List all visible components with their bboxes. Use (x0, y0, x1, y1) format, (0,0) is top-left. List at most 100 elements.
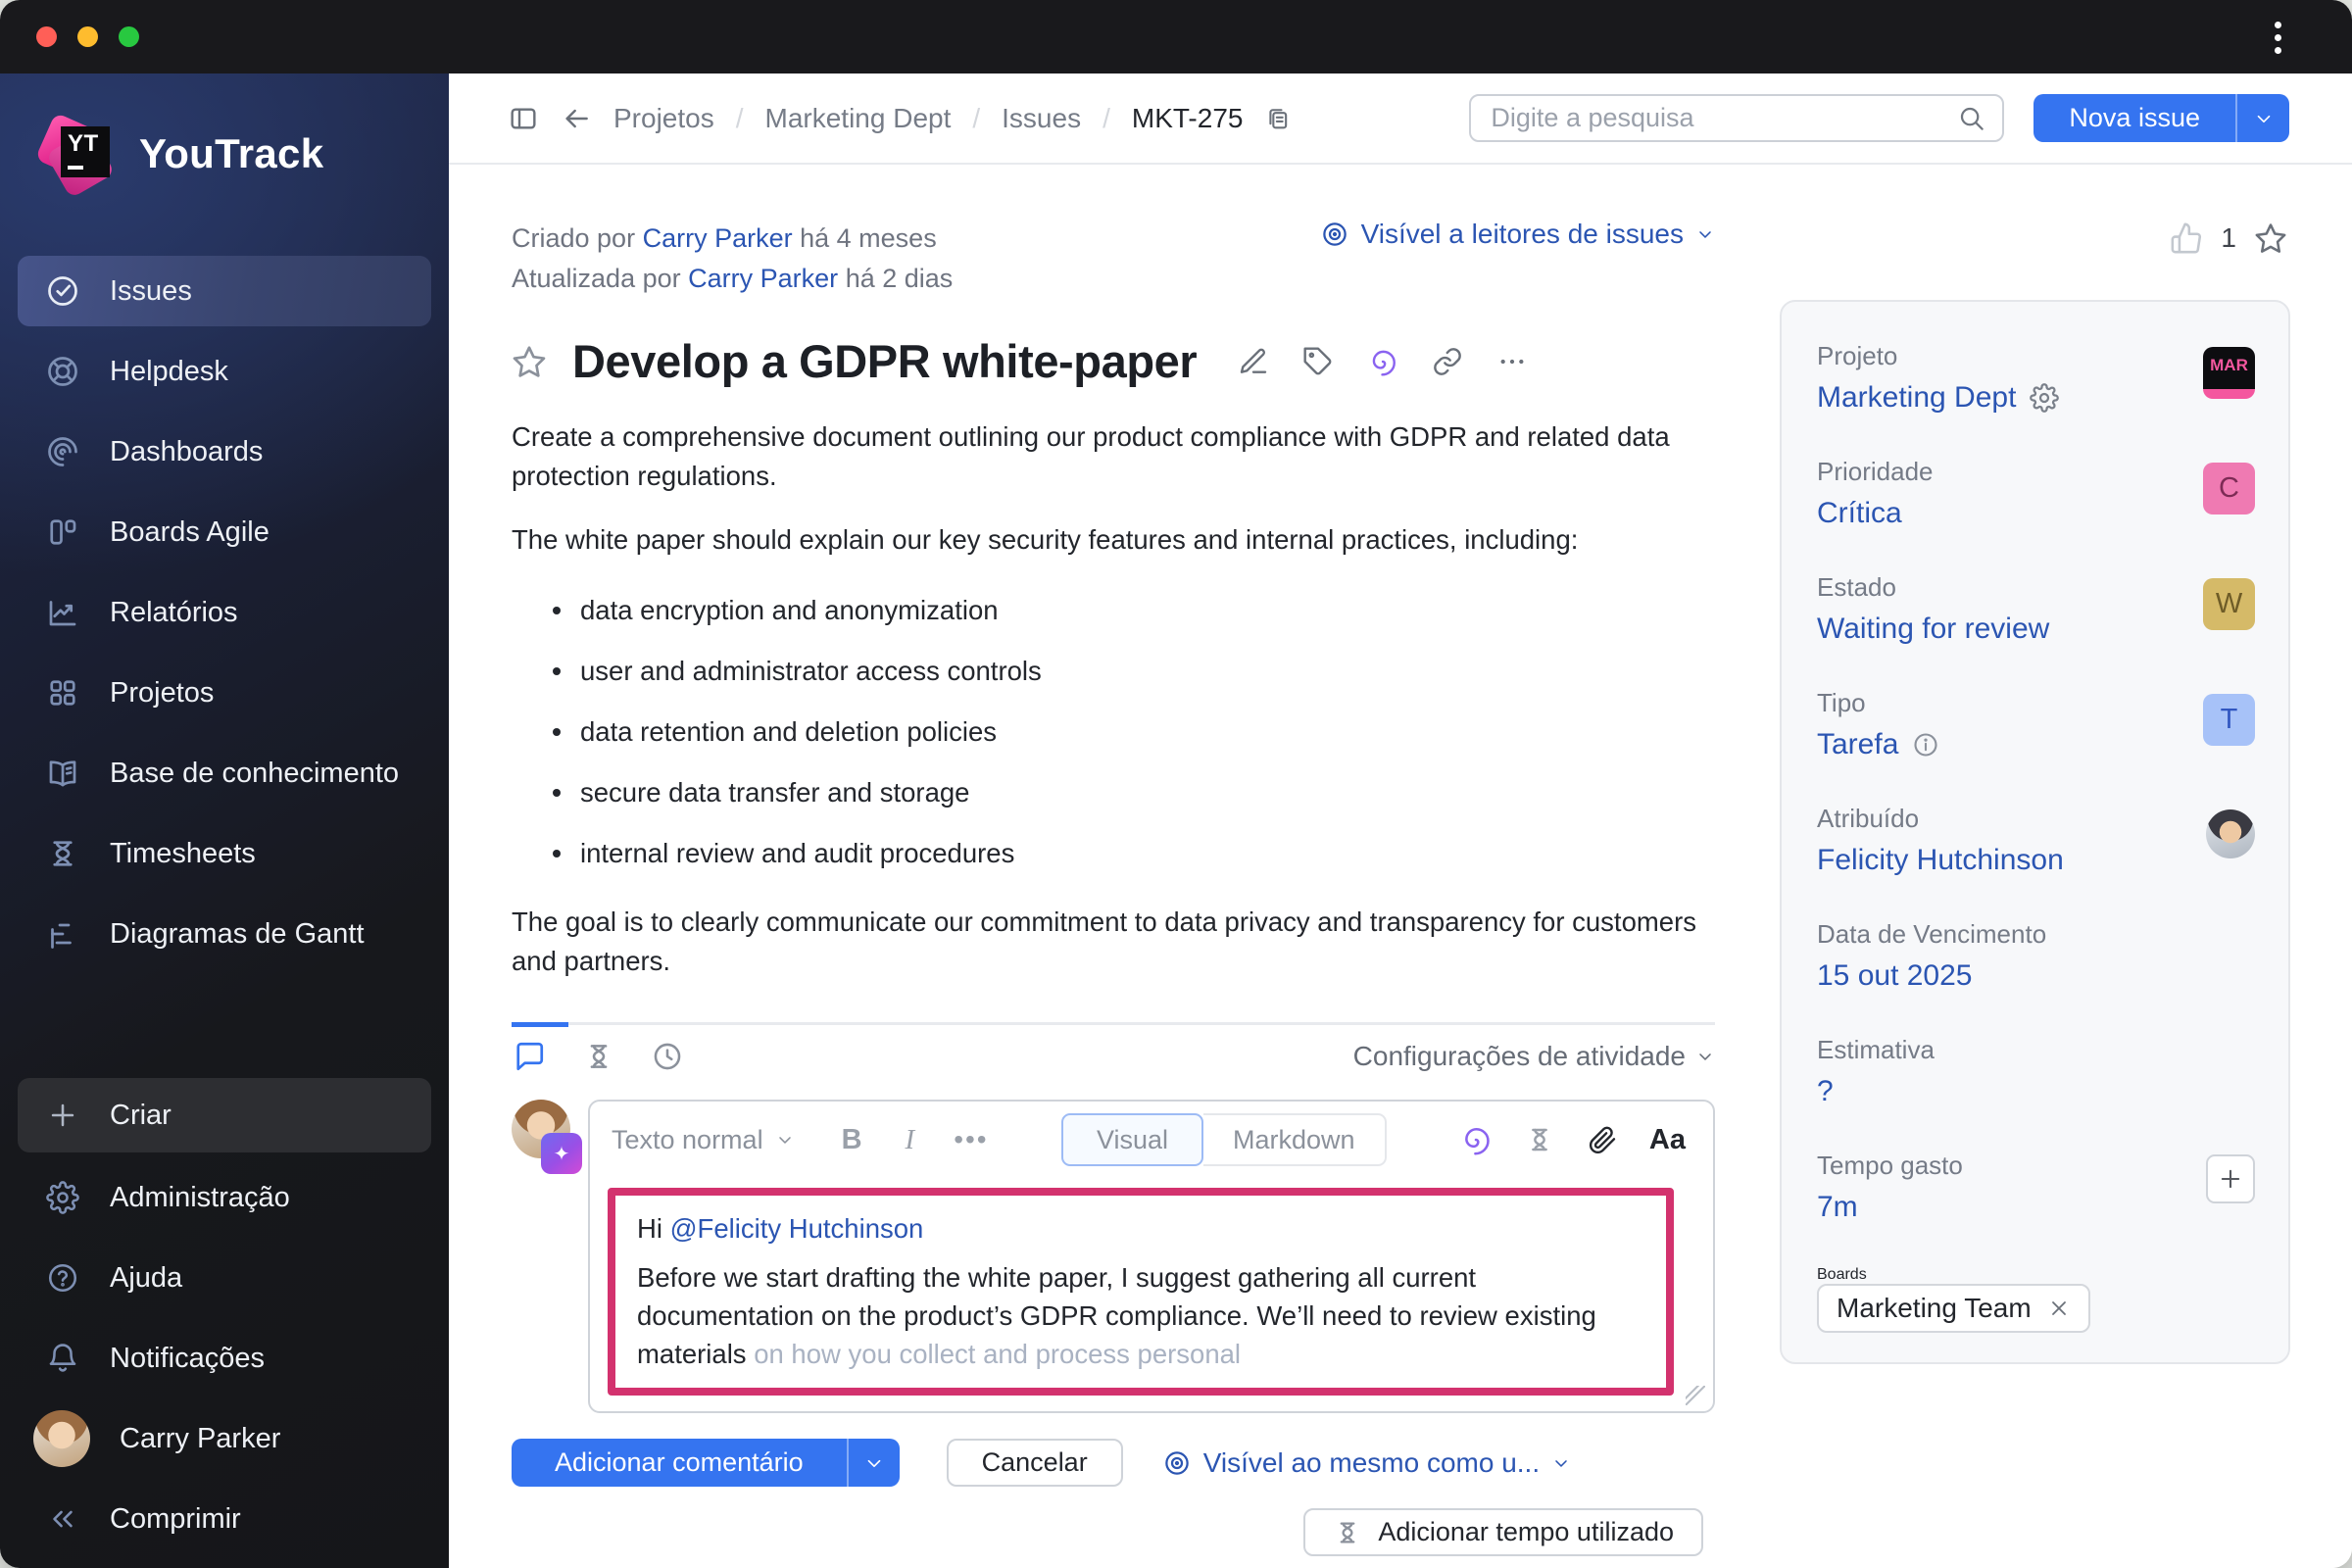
youtrack-app-badge-icon: ✦ (541, 1133, 582, 1174)
sidebar-item-helpdesk[interactable]: Helpdesk (18, 336, 431, 407)
resize-handle[interactable] (1686, 1386, 1705, 1405)
state-value-link[interactable]: Waiting for review (1817, 612, 2049, 646)
tab-comments[interactable] (512, 1039, 547, 1074)
new-issue-button[interactable]: Nova issue (2034, 94, 2235, 142)
tab-spent-time[interactable] (582, 1040, 615, 1073)
knowledge-base-icon (45, 756, 80, 791)
youtrack-logo[interactable]: YT YouTrack (34, 109, 449, 199)
window-menu-icon[interactable] (2258, 18, 2297, 57)
sidebar-item-dashboards[interactable]: Dashboards (18, 416, 431, 487)
issues-icon (45, 273, 80, 309)
close-window-button[interactable] (36, 26, 57, 47)
sidebar-item-help[interactable]: Ajuda (18, 1243, 431, 1313)
priority-value-link[interactable]: Crítica (1817, 497, 1902, 530)
remove-board-icon[interactable] (2047, 1297, 2071, 1320)
sidebar-item-timesheets[interactable]: Timesheets (18, 818, 431, 889)
cancel-button[interactable]: Cancelar (946, 1439, 1123, 1487)
sidebar-item-administration[interactable]: Administração (18, 1162, 431, 1233)
bold-button[interactable]: B (842, 1124, 862, 1156)
markdown-mode-button[interactable]: Markdown (1203, 1113, 1387, 1166)
comment-input-area[interactable]: Hi @Felicity Hutchinson Before we start … (608, 1188, 1674, 1396)
visibility-icon (1320, 220, 1349, 249)
attach-file-icon[interactable] (1587, 1124, 1618, 1155)
sidebar-item-issues[interactable]: Issues (18, 256, 431, 326)
updated-by-link[interactable]: Carry Parker (688, 264, 838, 293)
search-icon[interactable] (1957, 104, 1986, 133)
favorite-star-icon[interactable] (512, 344, 547, 379)
breadcrumb-project[interactable]: Marketing Dept (765, 103, 952, 134)
type-badge: T (2203, 694, 2255, 746)
sidebar-item-reports[interactable]: Relatórios (18, 577, 431, 648)
issue-title-row: Develop a GDPR white-paper (512, 334, 1715, 388)
add-spent-time-plus-button[interactable] (2206, 1154, 2255, 1203)
ai-assistant-icon[interactable] (1367, 346, 1398, 377)
list-item: user and administrator access controls (551, 652, 1715, 691)
info-icon[interactable] (1912, 731, 1939, 759)
sidebar-item-knowledge-base[interactable]: Base de conhecimento (18, 738, 431, 808)
timesheets-icon (45, 836, 80, 871)
sidebar-item-boards-agile[interactable]: Boards Agile (18, 497, 431, 567)
search-input[interactable] (1471, 103, 2003, 133)
edit-title-icon[interactable] (1238, 346, 1269, 377)
type-value-link[interactable]: Tarefa (1817, 728, 1898, 761)
ai-assistant-icon[interactable] (1459, 1123, 1493, 1156)
copy-issue-id-icon[interactable] (1264, 105, 1292, 132)
created-by-link[interactable]: Carry Parker (643, 223, 793, 253)
visual-mode-button[interactable]: Visual (1060, 1113, 1204, 1166)
italic-button[interactable]: I (906, 1124, 915, 1156)
administration-label: Administração (110, 1181, 290, 1213)
tag-icon[interactable] (1302, 346, 1334, 377)
activity-tab-bar: Configurações de atividade (512, 1022, 1715, 1074)
add-spent-time-icon[interactable] (1524, 1124, 1555, 1155)
mention-link[interactable]: @Felicity Hutchinson (670, 1213, 924, 1244)
assignee-value-link[interactable]: Felicity Hutchinson (1817, 844, 2064, 877)
create-label: Criar (110, 1099, 172, 1131)
more-formatting-button[interactable]: ••• (954, 1124, 988, 1155)
description-paragraph: The goal is to clearly communicate our c… (512, 906, 1696, 976)
create-button[interactable]: Criar (18, 1078, 431, 1152)
chevrons-left-icon (45, 1501, 80, 1537)
editor-toolbar: Texto normal B I ••• Visual Markdown Aa (590, 1102, 1713, 1178)
created-line: Criado por Carry Parker há 4 meses (512, 223, 937, 253)
minimize-window-button[interactable] (77, 26, 98, 47)
field-boards: Boards Marketing Team (1817, 1266, 2255, 1333)
due-date-value-link[interactable]: 15 out 2025 (1817, 959, 1972, 993)
star-icon[interactable] (2254, 221, 2287, 255)
breadcrumb-issues[interactable]: Issues (1002, 103, 1081, 134)
sidebar-item-notifications[interactable]: Notificações (18, 1323, 431, 1394)
activity-settings-dropdown[interactable]: Configurações de atividade (1353, 1041, 1715, 1072)
spent-time-value-link[interactable]: 7m (1817, 1191, 1858, 1224)
sidebar-item-gantt-charts[interactable]: Diagramas de Gantt (18, 899, 431, 969)
paragraph-style-dropdown[interactable]: Texto normal (612, 1125, 795, 1155)
add-comment-dropdown[interactable] (846, 1439, 900, 1487)
board-chip[interactable]: Marketing Team (1817, 1284, 2090, 1333)
project-settings-gear-icon[interactable] (2030, 383, 2060, 413)
comment-visibility-dropdown[interactable]: Visível ao mesmo como u... (1162, 1447, 1571, 1479)
back-arrow-icon[interactable] (561, 103, 592, 134)
breadcrumb-projects[interactable]: Projetos (613, 103, 714, 134)
estimate-value-link[interactable]: ? (1817, 1075, 1834, 1108)
user-menu[interactable]: Carry Parker (18, 1403, 431, 1474)
collapse-panel-icon[interactable] (508, 103, 539, 134)
comment-editor-row: ✦ Texto normal B I ••• Visual Markdown A… (512, 1100, 1715, 1413)
add-spent-time-button[interactable]: Adicionar tempo utilizado (1303, 1508, 1703, 1556)
text-format-button[interactable]: Aa (1649, 1124, 1686, 1156)
tab-history[interactable] (651, 1040, 684, 1073)
more-actions-icon[interactable] (1496, 346, 1528, 377)
new-issue-dropdown[interactable] (2235, 94, 2289, 142)
top-bar: Projetos / Marketing Dept / Issues / MKT… (449, 74, 2352, 165)
sidebar-item-label: Helpdesk (110, 355, 228, 387)
link-icon[interactable] (1432, 346, 1463, 377)
zoom-window-button[interactable] (119, 26, 139, 47)
thumb-up-icon[interactable] (2170, 221, 2203, 255)
help-icon (45, 1260, 80, 1296)
project-value-link[interactable]: Marketing Dept (1817, 381, 2016, 415)
issue-visibility-dropdown[interactable]: Visível a leitores de issues (1320, 219, 1715, 250)
add-comment-button[interactable]: Adicionar comentário (512, 1439, 847, 1487)
field-priority: Prioridade Crítica C (1817, 457, 2255, 530)
collapse-sidebar-button[interactable]: Comprimir (18, 1484, 431, 1554)
sidebar-item-projects[interactable]: Projetos (18, 658, 431, 728)
user-name: Carry Parker (120, 1422, 281, 1454)
field-project: Projeto Marketing Dept MAR (1817, 341, 2255, 415)
reports-icon (45, 595, 80, 630)
